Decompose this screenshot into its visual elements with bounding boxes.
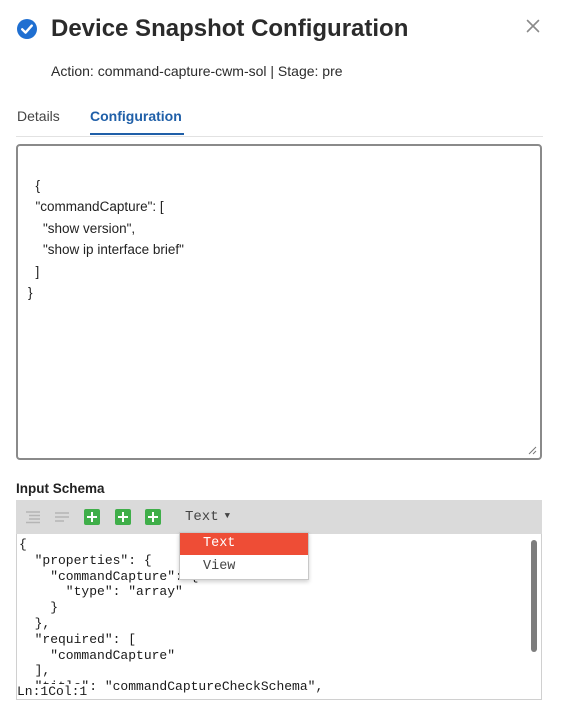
schema-editor-toolbar: Text ▼ [16, 500, 542, 534]
vertical-scrollbar[interactable] [531, 540, 537, 652]
dialog-header: Device Snapshot Configuration [16, 14, 552, 44]
close-icon[interactable] [525, 18, 541, 34]
add-icon[interactable] [145, 509, 161, 525]
input-schema-label: Input Schema [16, 481, 105, 496]
status-line: Ln:1 [17, 684, 49, 699]
dialog-title: Device Snapshot Configuration [51, 15, 409, 42]
status-column: Col:1 [48, 684, 88, 699]
mode-option-text[interactable]: Text [180, 533, 308, 555]
mode-dropdown-menu: Text View [179, 532, 309, 580]
compact-icon[interactable] [54, 509, 70, 525]
add-icon[interactable] [84, 509, 100, 525]
format-icon[interactable] [25, 509, 41, 525]
editor-status-bar: Ln:1Col:1 [17, 684, 92, 699]
mode-option-view[interactable]: View [180, 556, 308, 578]
mode-select[interactable]: Text ▼ [185, 509, 230, 525]
resize-handle-icon[interactable] [528, 446, 537, 455]
configuration-text: { "commandCapture": [ "show version", "s… [28, 177, 184, 301]
tab-details[interactable]: Details [17, 108, 60, 132]
check-circle-icon [17, 19, 37, 39]
chevron-down-icon: ▼ [224, 511, 231, 521]
mode-select-value: Text [185, 509, 219, 525]
tab-bar: Details Configuration [16, 104, 543, 137]
action-stage-subtitle: Action: command-capture-cwm-sol | Stage:… [51, 63, 343, 79]
configuration-textarea[interactable]: { "commandCapture": [ "show version", "s… [16, 144, 542, 460]
tab-configuration[interactable]: Configuration [90, 108, 184, 135]
add-icon[interactable] [115, 509, 131, 525]
